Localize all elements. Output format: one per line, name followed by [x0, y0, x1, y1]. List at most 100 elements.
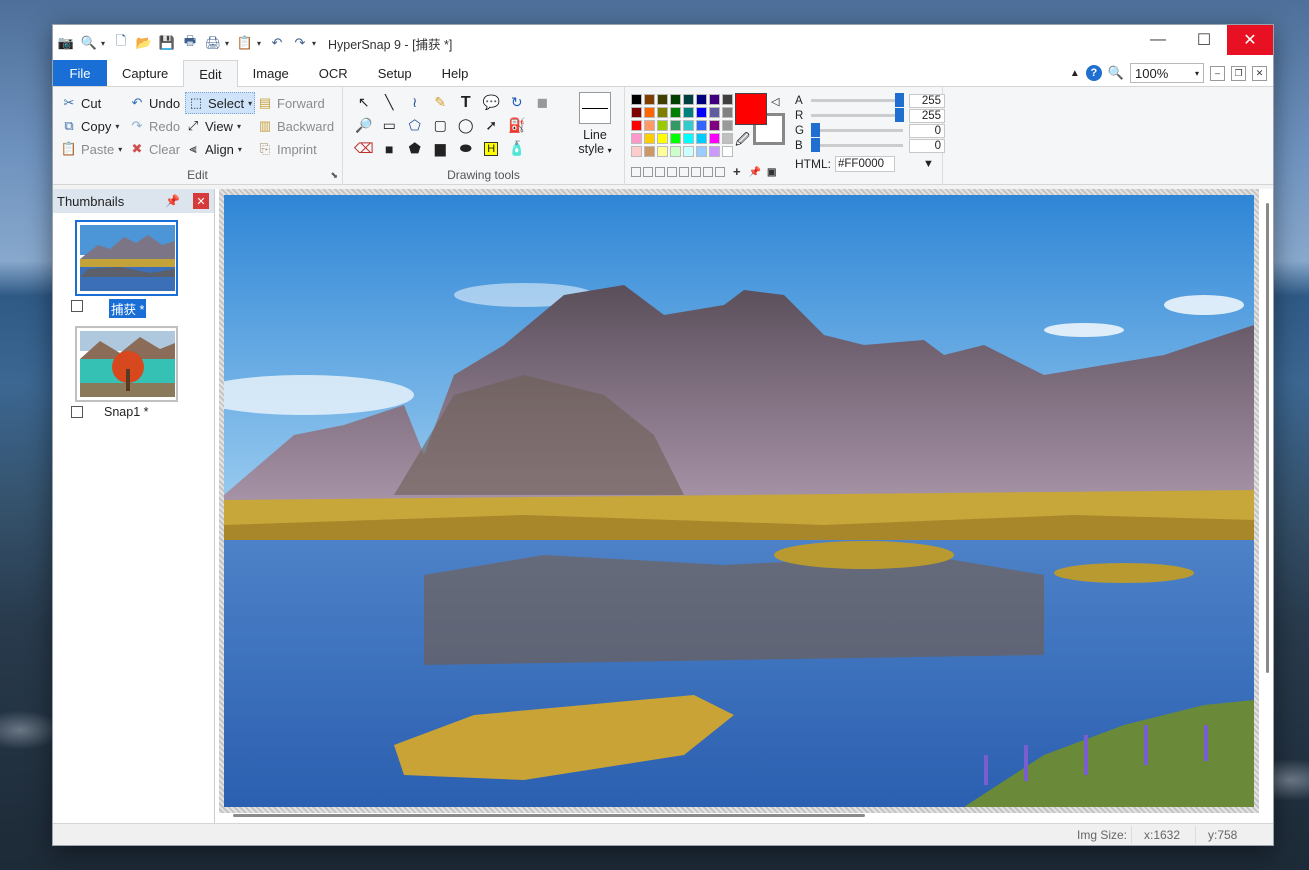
line-tool-icon[interactable]: ╲	[377, 91, 403, 114]
callout-icon[interactable]: 💬	[479, 91, 505, 114]
color-swatch[interactable]	[683, 133, 694, 144]
close-panel-icon[interactable]: ✕	[193, 193, 209, 209]
undo-button[interactable]: ↶ Undo	[129, 92, 181, 114]
rounded-rectangle-icon[interactable]: ▢	[428, 114, 454, 137]
undo-icon[interactable]: ↶	[266, 32, 288, 54]
collapse-ribbon-icon[interactable]: ▲	[1070, 68, 1080, 79]
cut-button[interactable]: ✂ Cut	[61, 92, 122, 114]
red-slider[interactable]	[811, 108, 904, 122]
dialog-launcher-icon[interactable]: ⬊	[330, 170, 338, 181]
pin-icon[interactable]: 📌	[165, 194, 180, 208]
color-swatch[interactable]	[631, 107, 642, 118]
color-swatch[interactable]	[683, 94, 694, 105]
green-thumb[interactable]	[811, 123, 820, 137]
thumbnail-label[interactable]: Snap1 *	[104, 405, 148, 419]
redo-icon[interactable]: ↷	[289, 32, 311, 54]
color-swatch[interactable]	[657, 94, 668, 105]
palette-slot[interactable]	[643, 167, 653, 177]
tab-help[interactable]: Help	[427, 60, 484, 86]
redo-button[interactable]: ↷ Redo	[129, 115, 181, 137]
color-swatch[interactable]	[709, 133, 720, 144]
filled-polygon-icon[interactable]: ⬟	[402, 137, 428, 160]
tab-ocr[interactable]: OCR	[304, 60, 363, 86]
color-swatch[interactable]	[670, 146, 681, 157]
color-swatch[interactable]	[683, 120, 694, 131]
color-swatch[interactable]	[670, 133, 681, 144]
color-swatch[interactable]	[657, 120, 668, 131]
add-color-icon[interactable]: +	[733, 165, 741, 178]
swap-colors-icon[interactable]: ◁	[771, 95, 779, 108]
palette-slot[interactable]	[703, 167, 713, 177]
align-button[interactable]: ⫷ Align ▾	[185, 138, 255, 160]
arrow-icon[interactable]: ➚	[479, 114, 505, 137]
tab-capture[interactable]: Capture	[107, 60, 183, 86]
zoom-select[interactable]: 100% ▾	[1130, 63, 1204, 83]
magnifier-tool-icon[interactable]: 🔎	[351, 114, 377, 137]
color-swatch[interactable]	[722, 133, 733, 144]
copy-button[interactable]: ⧉ Copy ▾	[61, 115, 122, 137]
color-swatch[interactable]	[657, 146, 668, 157]
select-button[interactable]: ⬚ Select ▾	[185, 92, 256, 114]
palette-slot[interactable]	[679, 167, 689, 177]
arc-tool-icon[interactable]: ↻	[504, 91, 530, 114]
color-swatch[interactable]	[644, 120, 655, 131]
help-icon[interactable]: ?	[1085, 65, 1102, 81]
color-swatch[interactable]	[670, 94, 681, 105]
color-swatch[interactable]	[696, 94, 707, 105]
filled-rounded-rectangle-icon[interactable]: ▆	[428, 137, 454, 160]
zoom-icon[interactable]: 🔍	[1108, 65, 1124, 81]
captured-image[interactable]	[224, 195, 1254, 807]
eyedropper-icon[interactable]: 🖉	[735, 129, 750, 153]
minimize-button[interactable]: —	[1135, 25, 1181, 55]
forward-button[interactable]: ▤ Forward	[257, 92, 334, 114]
ellipse-icon[interactable]: ◯	[453, 114, 479, 137]
color-swatch[interactable]	[644, 146, 655, 157]
pointer-tool-icon[interactable]: ↖	[351, 91, 377, 114]
eraser-icon[interactable]: ⌫	[351, 137, 377, 160]
backward-button[interactable]: ▥ Backward	[257, 115, 334, 137]
color-swatch[interactable]	[709, 94, 720, 105]
tab-setup[interactable]: Setup	[363, 60, 427, 86]
color-swatch[interactable]	[696, 146, 707, 157]
color-swatch[interactable]	[709, 107, 720, 118]
alpha-slider[interactable]	[811, 93, 904, 107]
filled-ellipse-icon[interactable]: ⬬	[453, 137, 479, 160]
mdi-restore-button[interactable]: ❐	[1231, 65, 1246, 81]
chevron-down-icon[interactable]: ▾	[257, 39, 265, 48]
imprint-button[interactable]: ⎘ Imprint	[257, 138, 334, 160]
polygon-icon[interactable]: ⬠	[402, 114, 428, 137]
color-swatch[interactable]	[722, 120, 733, 131]
alpha-thumb[interactable]	[895, 93, 904, 107]
print-icon[interactable]: 🖶	[179, 32, 201, 54]
color-swatch[interactable]	[722, 146, 733, 157]
color-swatch[interactable]	[657, 133, 668, 144]
palette-options-icon[interactable]: ▣	[767, 167, 776, 178]
clipboard-icon[interactable]: 📋	[234, 32, 256, 54]
clear-button[interactable]: ✖ Clear	[129, 138, 181, 160]
color-swatch[interactable]	[709, 146, 720, 157]
blue-thumb[interactable]	[811, 138, 820, 152]
red-value[interactable]: 255	[909, 108, 945, 123]
rectangle-icon[interactable]: ▭	[377, 114, 403, 137]
freehand-line-icon[interactable]: ≀	[402, 91, 428, 114]
paste-button[interactable]: 📋 Paste ▾	[61, 138, 122, 160]
close-button[interactable]: ✕	[1227, 25, 1273, 55]
text-tool-icon[interactable]: T	[453, 91, 479, 114]
color-swatch[interactable]	[722, 107, 733, 118]
color-swatch[interactable]	[696, 133, 707, 144]
color-swatch[interactable]	[631, 120, 642, 131]
customize-qat-icon[interactable]: ▾	[312, 39, 320, 48]
html-color-input[interactable]: #FF0000	[835, 156, 895, 172]
view-button[interactable]: ⤢ View ▾	[185, 115, 255, 137]
save-icon[interactable]: 💾	[156, 32, 178, 54]
green-slider[interactable]	[811, 123, 903, 137]
primary-color[interactable]	[735, 93, 767, 125]
pin-icon[interactable]: 📌	[749, 167, 761, 178]
chevron-down-icon[interactable]: ▾	[101, 39, 109, 48]
scan-icon[interactable]: 🖨	[202, 32, 224, 54]
maximize-button[interactable]: ☐	[1181, 25, 1227, 55]
color-swatch[interactable]	[657, 107, 668, 118]
palette-slot[interactable]	[631, 167, 641, 177]
color-swatch[interactable]	[709, 120, 720, 131]
color-swatch[interactable]	[631, 133, 642, 144]
